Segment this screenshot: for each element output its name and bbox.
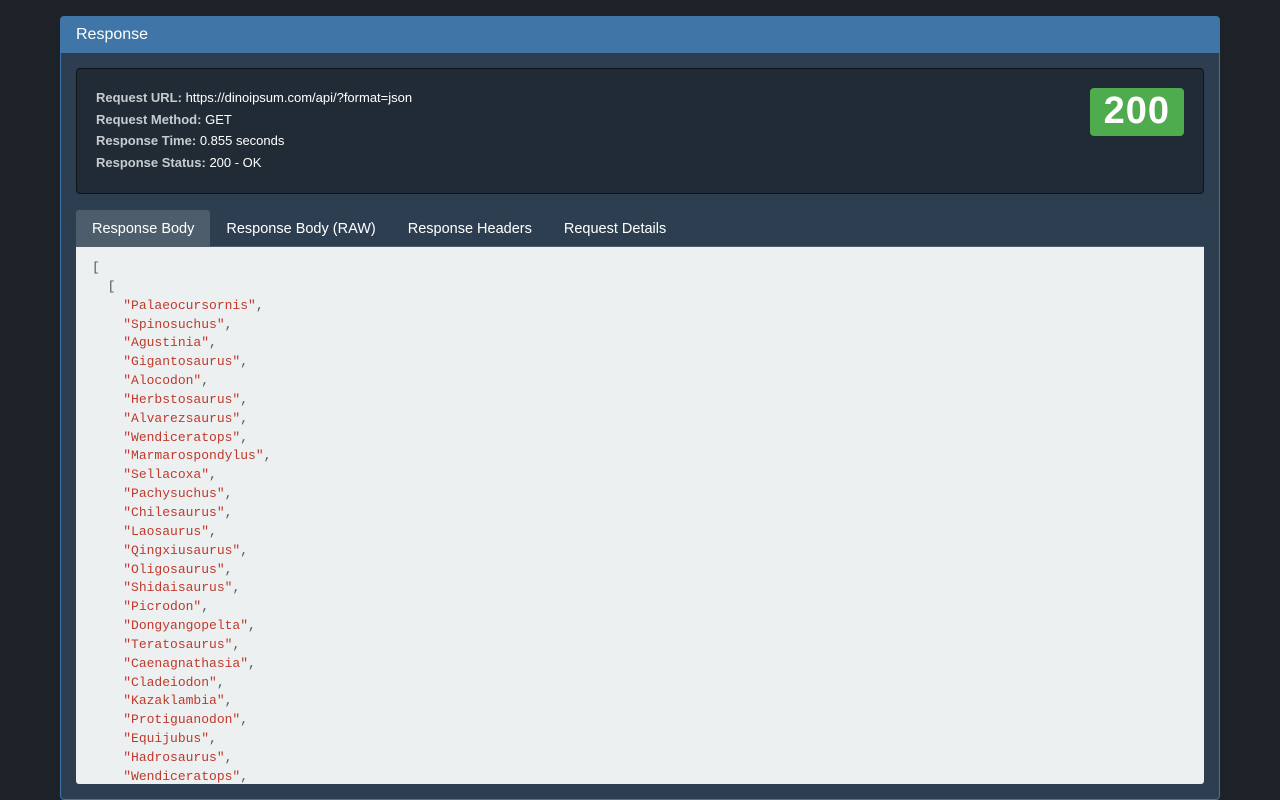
response-time-value: 0.855 seconds xyxy=(200,133,285,148)
request-url-value: https://dinoipsum.com/api/?format=json xyxy=(186,90,413,105)
tab-headers[interactable]: Response Headers xyxy=(392,210,548,247)
response-tabs: Response BodyResponse Body (RAW)Response… xyxy=(76,210,1204,247)
request-method-value: GET xyxy=(205,112,232,127)
request-url-label: Request URL: xyxy=(96,90,182,105)
response-status-label: Response Status: xyxy=(96,155,206,170)
tab-body[interactable]: Response Body xyxy=(76,210,210,247)
tab-raw[interactable]: Response Body (RAW) xyxy=(210,210,391,247)
request-method-label: Request Method: xyxy=(96,112,201,127)
response-body-content[interactable]: [ [ "Palaeocursornis", "Spinosuchus", "A… xyxy=(76,247,1204,784)
response-summary-well: Request URL: https://dinoipsum.com/api/?… xyxy=(76,68,1204,194)
response-status-value: 200 - OK xyxy=(209,155,261,170)
response-panel: Response Request URL: https://dinoipsum.… xyxy=(60,16,1220,800)
status-badge: 200 xyxy=(1090,88,1184,136)
panel-title: Response xyxy=(61,17,1219,53)
tab-req[interactable]: Request Details xyxy=(548,210,682,247)
response-time-label: Response Time: xyxy=(96,133,196,148)
